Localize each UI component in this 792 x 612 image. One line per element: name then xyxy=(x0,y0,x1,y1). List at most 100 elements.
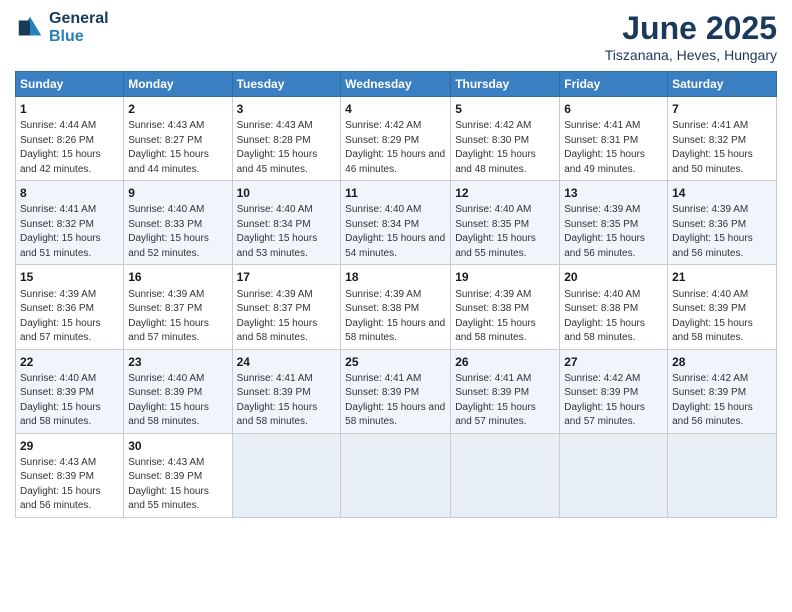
daylight-text: Daylight: 15 hours and 52 minutes. xyxy=(128,233,209,259)
sunrise-text: Sunrise: 4:40 AM xyxy=(345,204,421,215)
sunset-text: Sunset: 8:39 PM xyxy=(564,387,638,398)
sunrise-text: Sunrise: 4:41 AM xyxy=(564,120,640,131)
daylight-text: Daylight: 15 hours and 57 minutes. xyxy=(128,318,209,344)
sunset-text: Sunset: 8:34 PM xyxy=(345,219,419,230)
day-cell xyxy=(232,433,341,517)
location: Tiszanana, Heves, Hungary xyxy=(605,47,777,63)
daylight-text: Daylight: 15 hours and 56 minutes. xyxy=(672,402,753,428)
day-cell: 13 Sunrise: 4:39 AM Sunset: 8:35 PM Dayl… xyxy=(560,181,668,265)
sunset-text: Sunset: 8:34 PM xyxy=(237,219,311,230)
sunrise-text: Sunrise: 4:39 AM xyxy=(128,289,204,300)
day-number: 8 xyxy=(20,185,119,201)
sunset-text: Sunset: 8:30 PM xyxy=(455,135,529,146)
daylight-text: Daylight: 15 hours and 55 minutes. xyxy=(455,233,536,259)
day-cell: 30 Sunrise: 4:43 AM Sunset: 8:39 PM Dayl… xyxy=(124,433,232,517)
day-cell: 8 Sunrise: 4:41 AM Sunset: 8:32 PM Dayli… xyxy=(16,181,124,265)
logo-blue: Blue xyxy=(49,28,109,46)
sunrise-text: Sunrise: 4:41 AM xyxy=(455,373,531,384)
day-number: 29 xyxy=(20,438,119,454)
week-row-4: 22 Sunrise: 4:40 AM Sunset: 8:39 PM Dayl… xyxy=(16,349,777,433)
logo-text: General Blue xyxy=(49,10,109,45)
col-saturday: Saturday xyxy=(668,72,777,97)
sunset-text: Sunset: 8:32 PM xyxy=(672,135,746,146)
daylight-text: Daylight: 15 hours and 58 minutes. xyxy=(237,402,318,428)
daylight-text: Daylight: 15 hours and 48 minutes. xyxy=(455,149,536,175)
daylight-text: Daylight: 15 hours and 44 minutes. xyxy=(128,149,209,175)
sunset-text: Sunset: 8:39 PM xyxy=(20,387,94,398)
sunset-text: Sunset: 8:39 PM xyxy=(128,387,202,398)
sunrise-text: Sunrise: 4:43 AM xyxy=(128,120,204,131)
calendar-header: Sunday Monday Tuesday Wednesday Thursday… xyxy=(16,72,777,97)
sunset-text: Sunset: 8:39 PM xyxy=(20,471,94,482)
title-block: June 2025 Tiszanana, Heves, Hungary xyxy=(605,10,777,63)
daylight-text: Daylight: 15 hours and 58 minutes. xyxy=(128,402,209,428)
sunset-text: Sunset: 8:35 PM xyxy=(455,219,529,230)
daylight-text: Daylight: 15 hours and 58 minutes. xyxy=(237,318,318,344)
day-number: 10 xyxy=(237,185,337,201)
day-number: 28 xyxy=(672,354,772,370)
week-row-1: 1 Sunrise: 4:44 AM Sunset: 8:26 PM Dayli… xyxy=(16,97,777,181)
daylight-text: Daylight: 15 hours and 56 minutes. xyxy=(564,233,645,259)
day-number: 25 xyxy=(345,354,446,370)
day-cell: 24 Sunrise: 4:41 AM Sunset: 8:39 PM Dayl… xyxy=(232,349,341,433)
sunrise-text: Sunrise: 4:39 AM xyxy=(345,289,421,300)
daylight-text: Daylight: 15 hours and 58 minutes. xyxy=(345,402,445,428)
day-number: 5 xyxy=(455,101,555,117)
sunrise-text: Sunrise: 4:40 AM xyxy=(237,204,313,215)
day-cell: 2 Sunrise: 4:43 AM Sunset: 8:27 PM Dayli… xyxy=(124,97,232,181)
day-number: 3 xyxy=(237,101,337,117)
sunrise-text: Sunrise: 4:40 AM xyxy=(672,289,748,300)
daylight-text: Daylight: 15 hours and 42 minutes. xyxy=(20,149,101,175)
week-row-5: 29 Sunrise: 4:43 AM Sunset: 8:39 PM Dayl… xyxy=(16,433,777,517)
day-cell: 14 Sunrise: 4:39 AM Sunset: 8:36 PM Dayl… xyxy=(668,181,777,265)
logo: General Blue xyxy=(15,10,109,45)
sunrise-text: Sunrise: 4:42 AM xyxy=(345,120,421,131)
sunrise-text: Sunrise: 4:40 AM xyxy=(455,204,531,215)
day-number: 14 xyxy=(672,185,772,201)
sunset-text: Sunset: 8:37 PM xyxy=(237,303,311,314)
day-cell: 22 Sunrise: 4:40 AM Sunset: 8:39 PM Dayl… xyxy=(16,349,124,433)
daylight-text: Daylight: 15 hours and 45 minutes. xyxy=(237,149,318,175)
sunset-text: Sunset: 8:38 PM xyxy=(564,303,638,314)
day-number: 2 xyxy=(128,101,227,117)
sunset-text: Sunset: 8:32 PM xyxy=(20,219,94,230)
day-number: 19 xyxy=(455,269,555,285)
sunset-text: Sunset: 8:27 PM xyxy=(128,135,202,146)
sunrise-text: Sunrise: 4:42 AM xyxy=(455,120,531,131)
col-friday: Friday xyxy=(560,72,668,97)
daylight-text: Daylight: 15 hours and 58 minutes. xyxy=(345,318,445,344)
day-cell: 9 Sunrise: 4:40 AM Sunset: 8:33 PM Dayli… xyxy=(124,181,232,265)
day-cell: 17 Sunrise: 4:39 AM Sunset: 8:37 PM Dayl… xyxy=(232,265,341,349)
day-number: 20 xyxy=(564,269,663,285)
day-cell: 7 Sunrise: 4:41 AM Sunset: 8:32 PM Dayli… xyxy=(668,97,777,181)
sunset-text: Sunset: 8:38 PM xyxy=(455,303,529,314)
sunrise-text: Sunrise: 4:43 AM xyxy=(128,457,204,468)
sunset-text: Sunset: 8:39 PM xyxy=(345,387,419,398)
sunrise-text: Sunrise: 4:39 AM xyxy=(455,289,531,300)
sunrise-text: Sunrise: 4:40 AM xyxy=(128,204,204,215)
day-cell: 4 Sunrise: 4:42 AM Sunset: 8:29 PM Dayli… xyxy=(341,97,451,181)
daylight-text: Daylight: 15 hours and 50 minutes. xyxy=(672,149,753,175)
day-cell: 25 Sunrise: 4:41 AM Sunset: 8:39 PM Dayl… xyxy=(341,349,451,433)
sunrise-text: Sunrise: 4:44 AM xyxy=(20,120,96,131)
day-cell: 6 Sunrise: 4:41 AM Sunset: 8:31 PM Dayli… xyxy=(560,97,668,181)
calendar-body: 1 Sunrise: 4:44 AM Sunset: 8:26 PM Dayli… xyxy=(16,97,777,518)
day-cell: 10 Sunrise: 4:40 AM Sunset: 8:34 PM Dayl… xyxy=(232,181,341,265)
day-number: 21 xyxy=(672,269,772,285)
day-number: 15 xyxy=(20,269,119,285)
sunset-text: Sunset: 8:33 PM xyxy=(128,219,202,230)
daylight-text: Daylight: 15 hours and 56 minutes. xyxy=(20,486,101,512)
sunset-text: Sunset: 8:39 PM xyxy=(672,303,746,314)
sunrise-text: Sunrise: 4:40 AM xyxy=(128,373,204,384)
sunset-text: Sunset: 8:38 PM xyxy=(345,303,419,314)
sunrise-text: Sunrise: 4:42 AM xyxy=(564,373,640,384)
day-cell: 3 Sunrise: 4:43 AM Sunset: 8:28 PM Dayli… xyxy=(232,97,341,181)
day-number: 24 xyxy=(237,354,337,370)
day-cell: 15 Sunrise: 4:39 AM Sunset: 8:36 PM Dayl… xyxy=(16,265,124,349)
day-cell xyxy=(560,433,668,517)
day-cell: 12 Sunrise: 4:40 AM Sunset: 8:35 PM Dayl… xyxy=(451,181,560,265)
sunrise-text: Sunrise: 4:42 AM xyxy=(672,373,748,384)
day-number: 26 xyxy=(455,354,555,370)
daylight-text: Daylight: 15 hours and 56 minutes. xyxy=(672,233,753,259)
sunrise-text: Sunrise: 4:43 AM xyxy=(20,457,96,468)
